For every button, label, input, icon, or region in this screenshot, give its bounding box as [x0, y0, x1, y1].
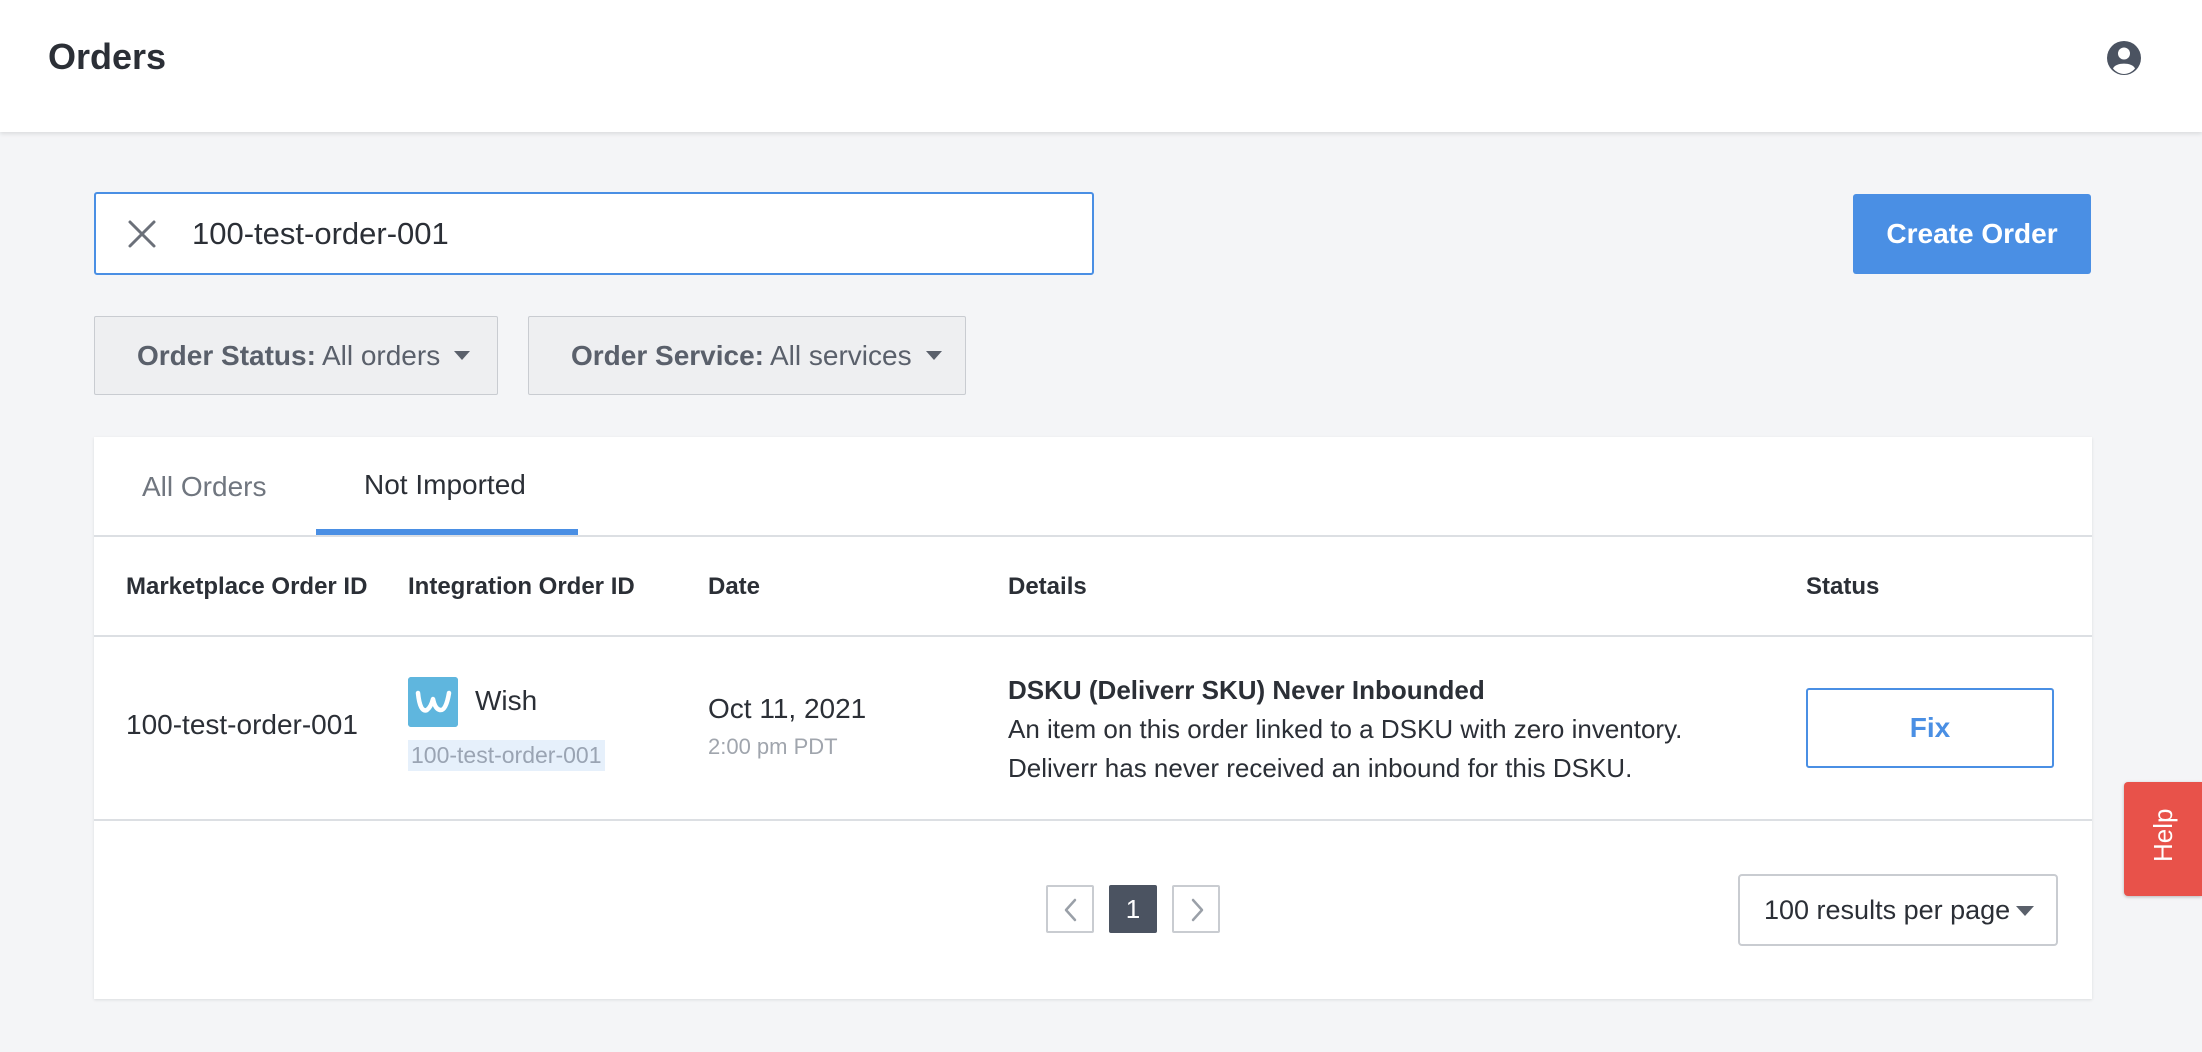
user-circle-icon[interactable]: [2106, 40, 2142, 76]
results-per-page-value: 100 results per page: [1764, 894, 2011, 925]
column-header-marketplace-order-id: Marketplace Order ID: [126, 573, 368, 600]
column-header-date: Date: [708, 573, 761, 600]
order-service-filter[interactable]: Order Service: All services: [528, 316, 966, 395]
results-per-page-select[interactable]: 100 results per page: [1738, 874, 2058, 946]
integration-order-id[interactable]: 100-test-order-001: [408, 740, 605, 771]
fix-button[interactable]: Fix: [1806, 688, 2054, 768]
active-tab-indicator: [316, 529, 578, 535]
top-bar: Orders: [0, 0, 2202, 132]
integration-name: Wish: [475, 685, 538, 716]
caret-down-icon: [2016, 906, 2034, 916]
previous-page-button[interactable]: [1046, 885, 1094, 933]
table-header: Marketplace Order ID Integration Order I…: [94, 537, 2092, 637]
column-header-details: Details: [1008, 573, 1087, 600]
tab-all-orders[interactable]: All Orders: [142, 471, 266, 503]
order-status-filter-label: Order Status:: [137, 339, 316, 371]
search-input[interactable]: [192, 208, 1072, 260]
details-line-2: Deliverr has never received an inbound f…: [1008, 753, 1633, 783]
tab-not-imported[interactable]: Not Imported: [364, 469, 526, 501]
column-header-status: Status: [1806, 573, 1880, 600]
marketplace-order-id: 100-test-order-001: [126, 709, 358, 740]
chevron-right-icon: [1191, 898, 1204, 922]
order-service-filter-label: Order Service:: [571, 339, 764, 371]
caret-down-icon: [925, 351, 942, 360]
order-status-filter-value: All orders: [321, 339, 441, 371]
orders-card: All Orders Not Imported Marketplace Orde…: [94, 437, 2092, 999]
create-order-button[interactable]: Create Order: [1853, 194, 2091, 274]
page-number-current[interactable]: 1: [1109, 885, 1157, 933]
order-time: 2:00 pm PDT: [708, 734, 838, 759]
close-icon[interactable]: [126, 218, 158, 250]
help-button[interactable]: Help: [2124, 782, 2202, 896]
next-page-button[interactable]: [1172, 885, 1220, 933]
column-header-integration-order-id: Integration Order ID: [408, 573, 635, 600]
table-row: 100-test-order-001 Wish 100-test-order-0…: [94, 637, 2092, 821]
caret-down-icon: [454, 351, 471, 360]
page-title: Orders: [48, 36, 167, 77]
order-service-filter-value: All services: [770, 339, 912, 371]
chevron-left-icon: [1064, 898, 1077, 922]
order-date: Oct 11, 2021: [708, 693, 867, 724]
order-status-filter[interactable]: Order Status: All orders: [94, 316, 498, 395]
details-line-1: An item on this order linked to a DSKU w…: [1008, 714, 1683, 744]
tab-bar: All Orders Not Imported: [94, 437, 2092, 537]
wish-logo-icon: [408, 677, 458, 727]
details-title: DSKU (Deliverr SKU) Never Inbounded: [1008, 675, 1485, 705]
search-box: [94, 192, 1094, 275]
help-label: Help: [2148, 808, 2178, 862]
